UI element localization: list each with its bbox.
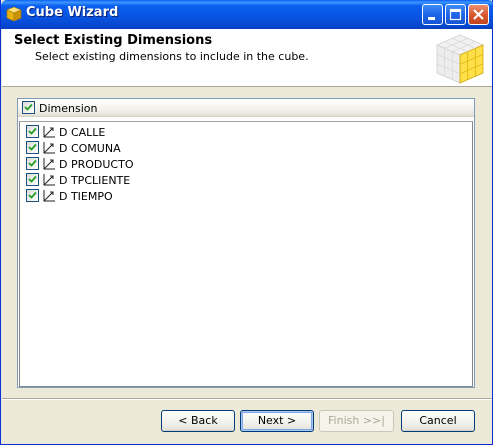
- maximize-button[interactable]: [445, 4, 466, 25]
- minimize-button[interactable]: [422, 4, 443, 25]
- cancel-button[interactable]: Cancel: [401, 410, 475, 432]
- maximize-icon: [449, 8, 462, 21]
- dimension-icon: [43, 174, 55, 186]
- item-checkbox[interactable]: [26, 189, 39, 202]
- title-bar[interactable]: Cube Wizard: [1, 0, 493, 29]
- wizard-header: Select Existing Dimensions Select existi…: [2, 29, 492, 87]
- column-header-label: Dimension: [39, 102, 98, 115]
- cube-wizard-window: Cube Wizard Select Existing Dimensions S…: [0, 0, 493, 445]
- dimension-icon: [43, 158, 55, 170]
- item-label: D CALLE: [59, 126, 106, 139]
- close-button[interactable]: [468, 4, 489, 25]
- cube-icon: [435, 34, 485, 84]
- list-item[interactable]: D COMUNA: [20, 140, 420, 156]
- next-button[interactable]: Next >: [240, 410, 314, 432]
- dimension-list: Dimension D CALLE D COMUNA D PRODUCTO D …: [17, 98, 475, 388]
- item-checkbox[interactable]: [26, 125, 39, 138]
- finish-button[interactable]: Finish >>|: [319, 410, 394, 432]
- dimension-icon: [43, 190, 55, 202]
- dimension-icon: [43, 142, 55, 154]
- window-title: Cube Wizard: [26, 5, 119, 20]
- back-button[interactable]: < Back: [161, 410, 235, 432]
- cube-wizard-app-icon: [6, 6, 22, 22]
- list-column-header[interactable]: Dimension: [18, 99, 474, 117]
- item-label: D PRODUCTO: [59, 158, 134, 171]
- checkmark-icon: [28, 127, 37, 135]
- list-item[interactable]: D TPCLIENTE: [20, 172, 420, 188]
- list-item[interactable]: D TIEMPO: [20, 188, 420, 204]
- list-item[interactable]: D CALLE: [20, 124, 420, 140]
- select-all-checkbox[interactable]: [22, 101, 35, 114]
- item-checkbox[interactable]: [26, 141, 39, 154]
- list-body: D CALLE D COMUNA D PRODUCTO D TPCLIENTE …: [19, 121, 473, 387]
- item-checkbox[interactable]: [26, 173, 39, 186]
- checkmark-icon: [24, 103, 33, 111]
- page-subtitle: Select existing dimensions to include in…: [35, 50, 309, 63]
- close-icon: [473, 9, 484, 20]
- page-title: Select Existing Dimensions: [14, 33, 213, 48]
- item-checkbox[interactable]: [26, 157, 39, 170]
- item-label: D COMUNA: [59, 142, 121, 155]
- dimension-icon: [43, 126, 55, 138]
- checkmark-icon: [28, 143, 37, 151]
- item-label: D TIEMPO: [59, 190, 113, 203]
- list-item[interactable]: D PRODUCTO: [20, 156, 420, 172]
- checkmark-icon: [28, 191, 37, 199]
- checkmark-icon: [28, 175, 37, 183]
- item-label: D TPCLIENTE: [59, 174, 131, 187]
- checkmark-icon: [28, 159, 37, 167]
- footer-divider-highlight: [2, 399, 492, 400]
- minimize-icon: [428, 17, 435, 20]
